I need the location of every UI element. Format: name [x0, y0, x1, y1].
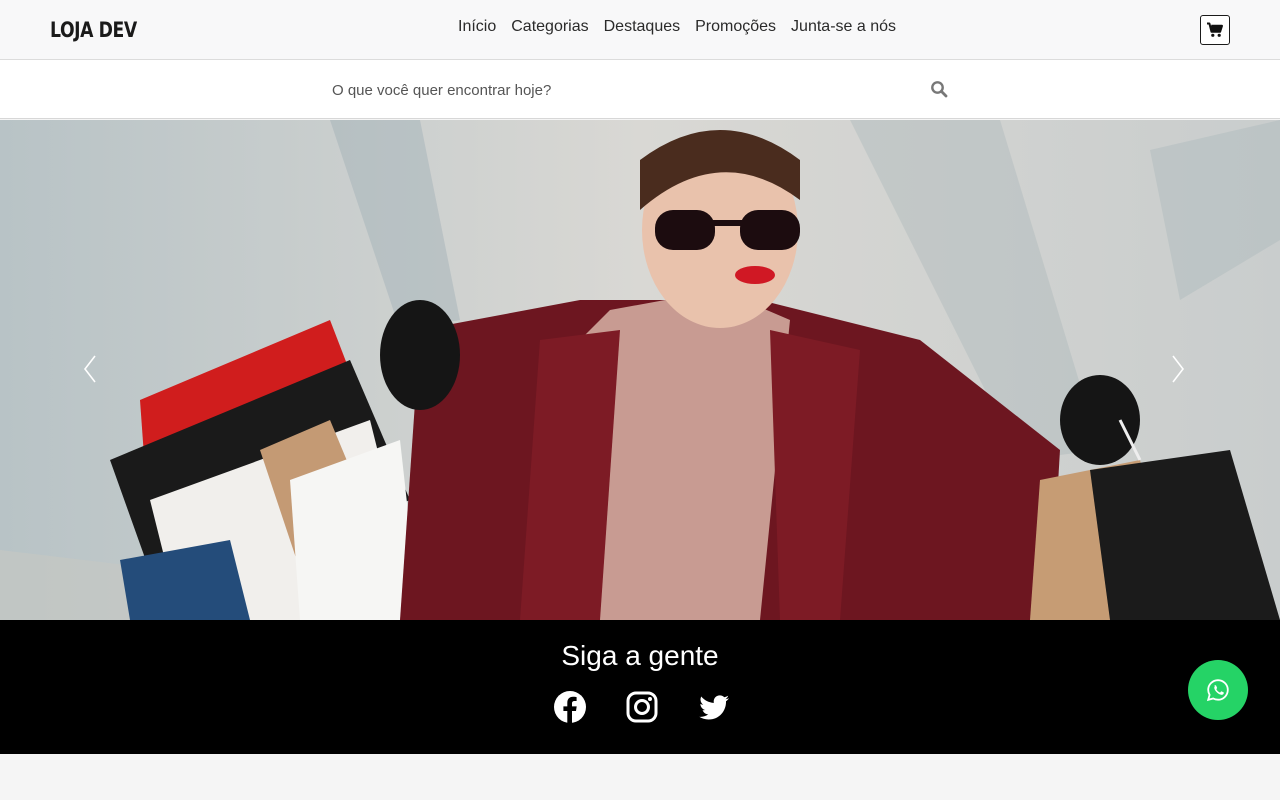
chevron-right-icon [1172, 355, 1185, 383]
follow-section: Siga a gente [0, 620, 1280, 754]
carousel-next-button[interactable] [1170, 354, 1200, 388]
instagram-icon[interactable] [625, 690, 659, 724]
nav-link-junta-se[interactable]: Junta-se a nós [791, 16, 896, 38]
carousel-prev-button[interactable] [82, 354, 112, 388]
cart-icon [1207, 22, 1223, 37]
hero-image [0, 120, 1280, 620]
nav-link-promocoes[interactable]: Promoções [695, 16, 776, 38]
chevron-left-icon [83, 355, 96, 383]
nav-link-destaques[interactable]: Destaques [604, 16, 681, 38]
whatsapp-icon [1206, 679, 1229, 702]
nav-link-categorias[interactable]: Categorias [511, 16, 588, 38]
hero-carousel [0, 120, 1280, 620]
search-bar [0, 60, 1280, 119]
twitter-icon[interactable] [697, 690, 731, 724]
search-icon[interactable] [930, 80, 948, 98]
main-nav: Início Categorias Destaques Promoções Ju… [458, 16, 896, 38]
logo[interactable]: LOJA DEV [50, 16, 137, 44]
cart-button[interactable] [1200, 15, 1230, 45]
whatsapp-button[interactable] [1188, 660, 1248, 720]
top-header: LOJA DEV Início Categorias Destaques Pro… [0, 0, 1280, 60]
page-bottom-area [0, 754, 1280, 800]
follow-title: Siga a gente [561, 640, 719, 671]
facebook-icon[interactable] [553, 690, 587, 724]
social-links [553, 690, 731, 724]
search-input[interactable] [322, 74, 922, 106]
nav-link-inicio[interactable]: Início [458, 16, 496, 38]
